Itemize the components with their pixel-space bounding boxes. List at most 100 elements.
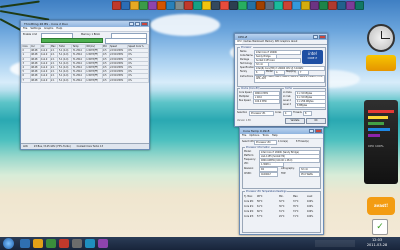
intel-logo: intel CORE i7	[302, 50, 323, 64]
table-cell: 7	[21, 77, 31, 83]
ok-button[interactable]: OK	[306, 118, 326, 124]
menu-item[interactable]: Graphs	[44, 27, 53, 31]
recycle-bin-icon[interactable]: ✓	[372, 219, 388, 235]
app-icon[interactable]	[283, 1, 292, 10]
field-label: Instructions	[240, 75, 253, 78]
weather-gadget[interactable]	[366, 55, 396, 71]
tab-caches[interactable]: Caches	[243, 40, 251, 44]
taskbar-app-icon[interactable]	[46, 239, 56, 248]
tab-about[interactable]: About	[291, 40, 297, 44]
taskbar-app-icon[interactable]	[72, 239, 82, 248]
menu-item[interactable]: Settings	[30, 27, 41, 31]
speed-field[interactable]	[105, 37, 147, 44]
meter-bar	[368, 134, 380, 137]
app-icon[interactable]	[229, 1, 238, 10]
menu-item[interactable]: Help	[272, 134, 278, 138]
minimize-button[interactable]	[129, 22, 134, 26]
app-icon[interactable]	[247, 1, 256, 10]
taskbar-app-icon[interactable]	[85, 239, 95, 248]
throttle-titlebar[interactable]: Throttling 26 BS - Core 2 Duo	[21, 21, 149, 27]
app-icon[interactable]	[148, 1, 157, 10]
cpuz-titlebar[interactable]: CPU-Z	[235, 34, 327, 40]
menu-item[interactable]: File	[242, 134, 246, 138]
close-button[interactable]	[141, 22, 148, 26]
coretemp-titlebar[interactable]: Core Temp 0.99.8	[240, 128, 323, 134]
throttle-progress-bar	[41, 38, 103, 43]
tab-spd[interactable]: SPD	[275, 40, 279, 44]
menubar: File Options Tools Help	[240, 134, 323, 139]
app-icon[interactable]	[184, 1, 193, 10]
app-icon[interactable]	[292, 1, 301, 10]
tab-cpu[interactable]: CPU	[236, 40, 243, 44]
app-icon[interactable]	[211, 1, 220, 10]
app-icon[interactable]	[193, 1, 202, 10]
app-icon[interactable]	[112, 1, 121, 10]
coretemp-window: Core Temp 0.99.8 File Options Tools Help…	[239, 127, 324, 235]
validate-button[interactable]: Validate	[285, 118, 305, 124]
minimize-button[interactable]	[313, 35, 318, 39]
start-button[interactable]	[3, 238, 14, 249]
app-icon[interactable]	[130, 1, 139, 10]
app-icon[interactable]	[310, 1, 319, 10]
taskbar-app-icon[interactable]	[98, 239, 108, 248]
app-icon[interactable]	[238, 1, 247, 10]
field-label: CPUID:	[244, 172, 252, 175]
window-title: Core Temp 0.99.8	[243, 129, 270, 133]
processor-group: Processor Name Intel Core i7 2600K Code …	[237, 46, 326, 87]
clock-gadget[interactable]	[367, 24, 395, 52]
app-icon[interactable]	[157, 1, 166, 10]
table-cell: 2.1519 MHz	[108, 77, 128, 83]
app-icon[interactable]	[166, 1, 175, 10]
field-label: Tj. Max:	[244, 195, 253, 198]
minimize-button[interactable]	[309, 129, 314, 133]
palm-frond	[0, 0, 40, 8]
threads-text: 8 Thread(s)	[296, 140, 309, 143]
app-icon[interactable]	[139, 1, 148, 10]
menu-item[interactable]: Options	[249, 134, 259, 138]
tab-memory[interactable]: Memory	[265, 40, 274, 44]
taskbar-app-icon[interactable]	[20, 239, 30, 248]
app-icon[interactable]	[220, 1, 229, 10]
field-label: L1 Data	[283, 91, 292, 94]
meter-text: CPU 100%	[368, 144, 384, 148]
field-label: Technology	[240, 62, 253, 65]
app-icon[interactable]	[328, 1, 337, 10]
app-icon[interactable]	[256, 1, 265, 10]
app-icon[interactable]	[301, 1, 310, 10]
menu-item[interactable]: Tools	[262, 134, 268, 138]
taskbar-date[interactable]: 2011-03-28	[358, 243, 396, 248]
core-load: 100%	[307, 200, 314, 203]
avast-label: avast!	[373, 203, 389, 208]
tray-icons[interactable]	[315, 240, 355, 247]
menu-item[interactable]: Help	[56, 27, 62, 31]
field-label: Stepping	[286, 70, 296, 73]
app-icon[interactable]	[121, 1, 130, 10]
maximize-button[interactable]	[135, 22, 140, 26]
taskbar-app-icon[interactable]	[33, 239, 43, 248]
app-icon[interactable]	[319, 1, 328, 10]
system-meter-gadget[interactable]: CPU 100%	[364, 100, 398, 184]
cores-value: 4	[283, 110, 292, 116]
app-icon[interactable]	[265, 1, 274, 10]
app-icon[interactable]	[175, 1, 184, 10]
core-temp: 57°C	[257, 215, 263, 218]
app-icon[interactable]	[202, 1, 211, 10]
field-label: Revision:	[244, 167, 254, 170]
taskbar-app-icon[interactable]	[59, 239, 69, 248]
app-icon[interactable]	[346, 1, 355, 10]
avast-gadget[interactable]: avast!	[367, 197, 395, 215]
meter-bar	[368, 122, 384, 125]
close-button[interactable]	[319, 35, 326, 39]
menu-item[interactable]: File	[23, 27, 27, 31]
close-button[interactable]	[315, 129, 322, 133]
check-glyph: ✓	[376, 222, 384, 232]
tab-mainboard[interactable]: Mainboard	[252, 40, 264, 44]
tab-graphics[interactable]: Graphics	[280, 40, 290, 44]
app-icon[interactable]	[274, 1, 283, 10]
selection-dropdown[interactable]: Processor #1	[249, 110, 274, 116]
cpu-select-dropdown[interactable]: Processor #0	[254, 139, 277, 145]
app-icon[interactable]	[337, 1, 346, 10]
table-row[interactable]: 7 48.28 1x1.0 2.1 5.1 (4.0) 71.2514 1.3078(FF)…	[21, 77, 150, 83]
top-quicklaunch-bar	[110, 0, 400, 10]
field-label: Model:	[244, 150, 252, 153]
